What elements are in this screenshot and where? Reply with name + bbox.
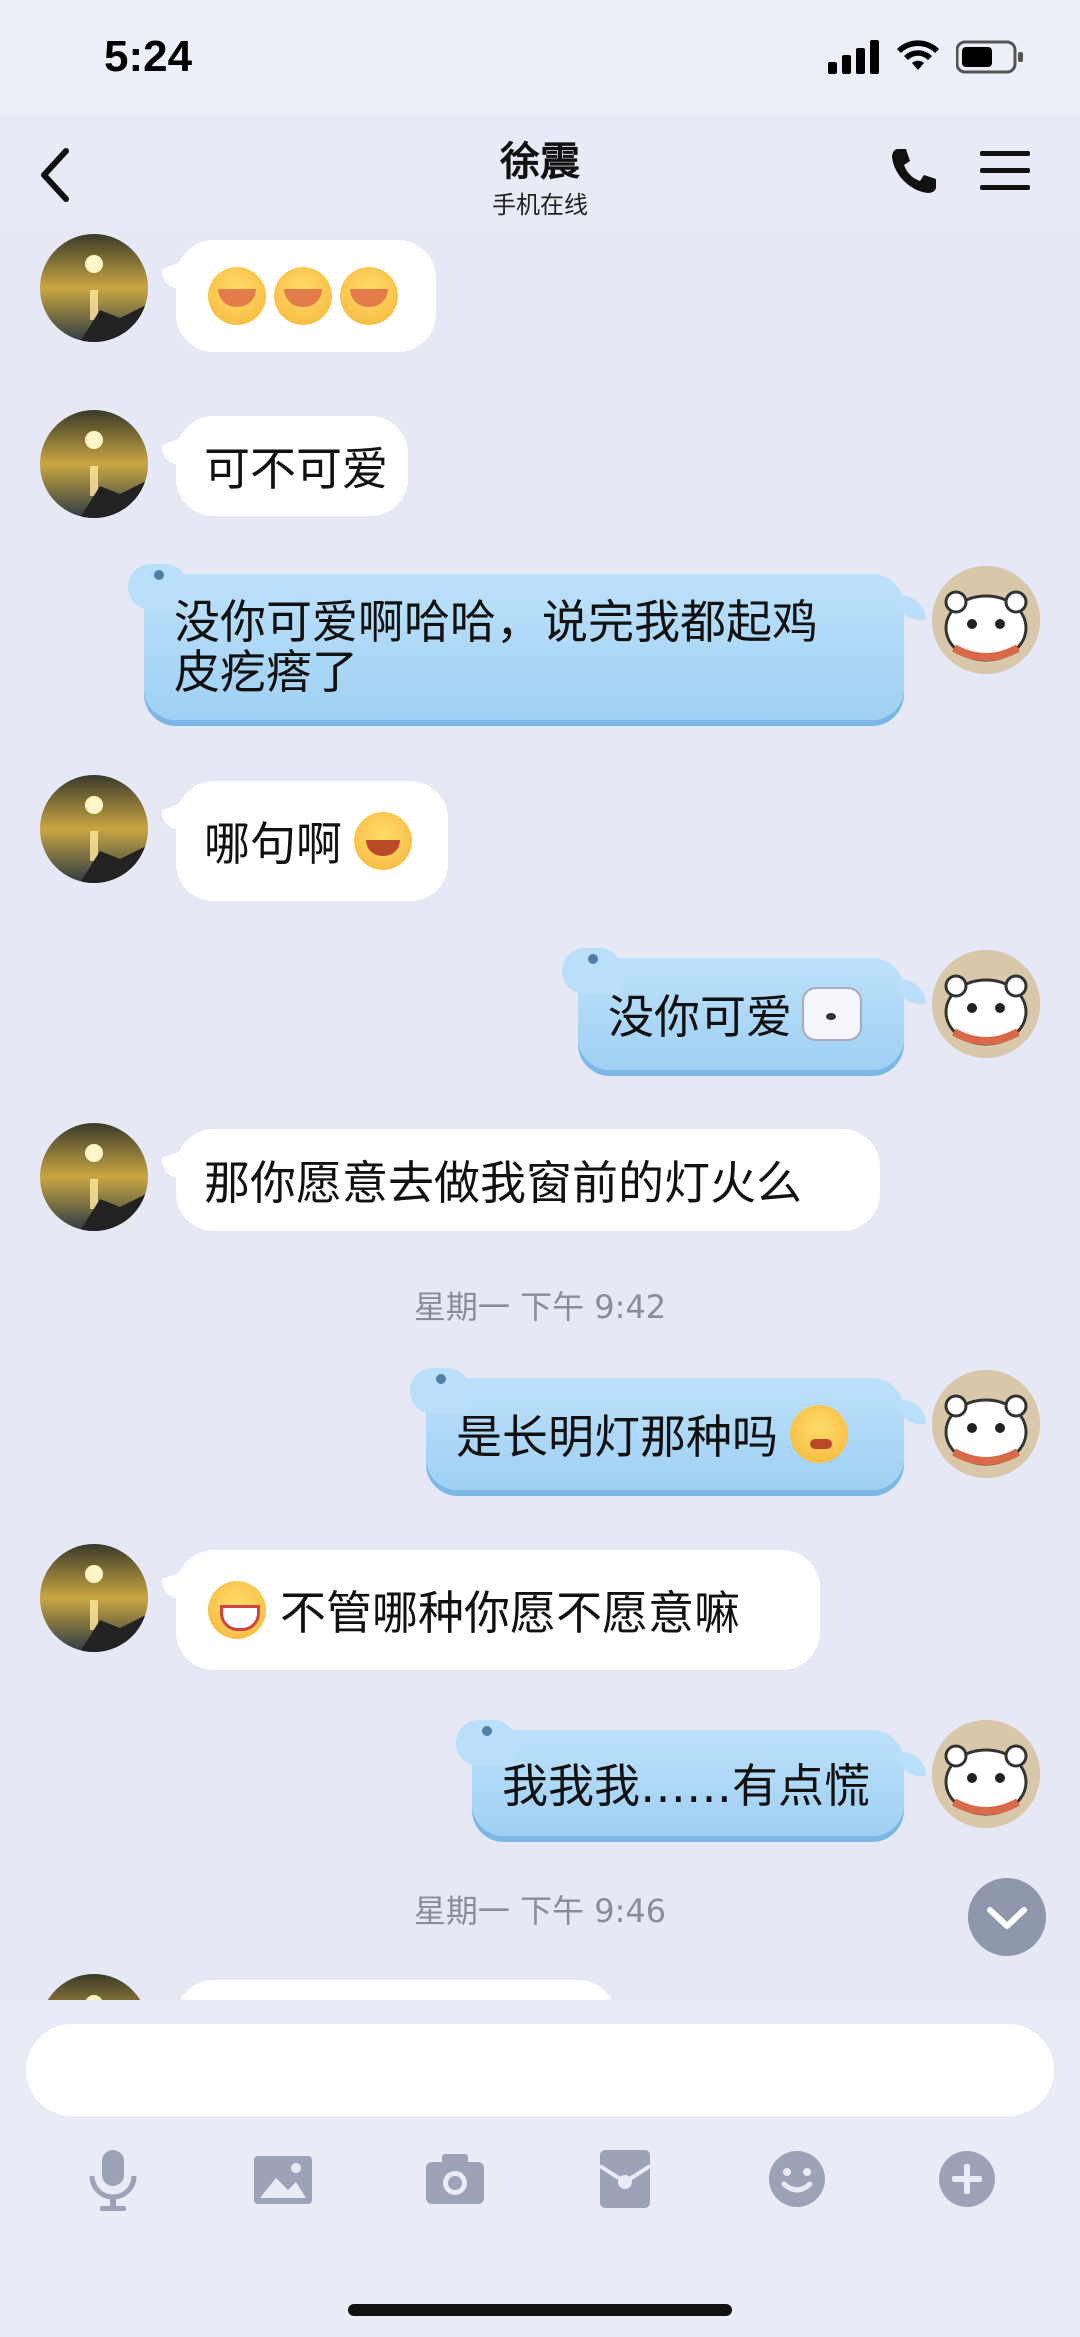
message-text: 皮疙瘩了	[174, 645, 358, 699]
my-avatar[interactable]	[932, 1720, 1040, 1828]
message-bubble[interactable]: 没你可爱	[562, 948, 926, 1070]
contact-avatar[interactable]	[40, 775, 148, 883]
contact-avatar[interactable]	[40, 234, 148, 342]
message-bubble[interactable]: 可不可爱	[176, 416, 408, 516]
status-time: 5:24	[104, 32, 193, 81]
message-bubble[interactable]: 是长明灯那种吗	[410, 1368, 926, 1490]
chat-header: 徐震 手机在线	[0, 115, 1080, 230]
message-text: 没你可爱啊哈哈，说完我都起鸡	[174, 595, 818, 649]
cartoon-avatar-icon	[932, 1370, 1040, 1478]
timestamp: 星期一 下午 9:46	[413, 1892, 667, 1930]
input-bar	[0, 2000, 1080, 2337]
contact-avatar[interactable]	[40, 1974, 148, 2000]
laughing-emoji-icon	[354, 812, 412, 870]
shy-emoji-icon	[274, 267, 332, 325]
message-bubble[interactable]: 不管哪种你愿不愿意嘛	[176, 1550, 820, 1670]
message-text: 我我我……有点慌	[502, 1759, 870, 1813]
sunset-avatar-icon	[40, 1544, 148, 1652]
grinning-emoji-icon	[208, 1581, 266, 1639]
scroll-to-bottom-button[interactable]	[968, 1878, 1046, 1956]
sunset-avatar-icon	[40, 410, 148, 518]
cartoon-avatar-icon	[932, 1720, 1040, 1828]
phone-icon[interactable]	[888, 145, 940, 197]
red-packet-icon[interactable]	[590, 2144, 660, 2214]
signal-icon	[828, 40, 879, 74]
my-avatar[interactable]	[932, 950, 1040, 1058]
message-text: 哪句啊	[204, 817, 342, 871]
sunset-avatar-icon	[40, 1974, 148, 2000]
message-text: 可不可爱	[204, 442, 388, 496]
message-bubble[interactable]: 哪句啊	[176, 781, 448, 901]
polar-bear-emoji-icon	[802, 987, 862, 1041]
shy-emoji-icon	[208, 267, 266, 325]
emoji-icon[interactable]	[762, 2144, 832, 2214]
message-list[interactable]: 可不可爱 没你可爱啊哈哈，说完我都起鸡 皮疙瘩了 哪句啊 没你可爱 那你愿意去做…	[0, 230, 1080, 2000]
cartoon-avatar-icon	[932, 566, 1040, 674]
home-indicator	[348, 2304, 732, 2316]
contact-avatar[interactable]	[40, 410, 148, 518]
camera-icon[interactable]	[420, 2144, 490, 2214]
message-text: 没你可爱	[608, 990, 792, 1044]
my-avatar[interactable]	[932, 1370, 1040, 1478]
message-bubble[interactable]: 我我我……有点慌	[456, 1720, 926, 1836]
message-input[interactable]	[26, 2024, 1054, 2116]
mic-icon[interactable]	[78, 2144, 148, 2214]
image-icon[interactable]	[248, 2144, 318, 2214]
timestamp: 星期一 下午 9:42	[413, 1288, 667, 1326]
message-text: 是长明灯那种吗	[456, 1410, 778, 1464]
wifi-icon	[897, 40, 939, 70]
plus-icon[interactable]	[932, 2144, 1002, 2214]
cartoon-avatar-icon	[932, 950, 1040, 1058]
message-bubble[interactable]: 没你可爱啊哈哈，说完我都起鸡 皮疙瘩了	[128, 564, 926, 720]
message-bubble[interactable]	[176, 1980, 616, 2000]
thinking-emoji-icon	[790, 1405, 848, 1463]
sunset-avatar-icon	[40, 234, 148, 342]
input-toolbar	[0, 2144, 1080, 2224]
shy-emoji-icon	[340, 267, 398, 325]
sunset-avatar-icon	[40, 1123, 148, 1231]
battery-icon	[956, 40, 1023, 74]
message-text: 那你愿意去做我窗前的灯火么	[204, 1156, 802, 1210]
status-bar: 5:24	[0, 0, 1080, 115]
contact-avatar[interactable]	[40, 1123, 148, 1231]
message-bubble[interactable]: 那你愿意去做我窗前的灯火么	[176, 1129, 880, 1231]
sunset-avatar-icon	[40, 775, 148, 883]
menu-icon[interactable]	[980, 149, 1030, 193]
contact-avatar[interactable]	[40, 1544, 148, 1652]
chevron-down-icon	[987, 1907, 1027, 1929]
my-avatar[interactable]	[932, 566, 1040, 674]
message-bubble[interactable]	[176, 240, 436, 352]
message-text: 不管哪种你愿不愿意嘛	[280, 1586, 740, 1640]
